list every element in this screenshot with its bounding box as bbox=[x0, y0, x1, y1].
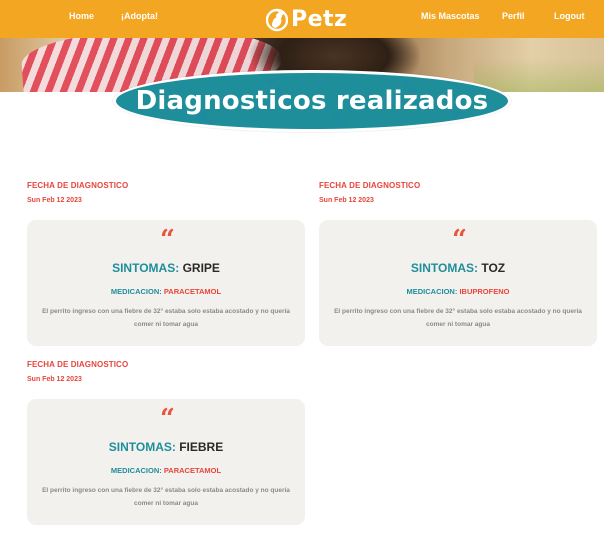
sintomas-line: SINTOMAS: TOZ bbox=[319, 261, 597, 275]
medicacion-label: MEDICACION: bbox=[110, 466, 162, 475]
nav-mis-mascotas-link[interactable]: Mis Mascotas bbox=[421, 11, 480, 21]
sintomas-label: SINTOMAS: bbox=[108, 440, 176, 454]
diagnosis-entry: FECHA DE DIAGNOSTICO Sun Feb 12 2023 “ S… bbox=[27, 181, 305, 346]
medicacion-label: MEDICACION: bbox=[406, 287, 458, 296]
diagnosis-description: El perrito ingreso con una fiebre de 32°… bbox=[42, 487, 290, 507]
page-title: Diagnosticos realizados bbox=[135, 86, 489, 116]
medicacion-line: MEDICACION: IBUPROFENO bbox=[319, 287, 597, 296]
quote-icon: “ bbox=[452, 225, 467, 255]
dog-logo-icon bbox=[266, 8, 288, 32]
diagnosis-date: Sun Feb 12 2023 bbox=[319, 197, 374, 204]
date-label: FECHA DE DIAGNOSTICO bbox=[27, 360, 129, 369]
top-navbar: Home ¡Adopta! Petz Mis Mascotas Perfil L… bbox=[0, 0, 604, 38]
diagnosis-card: “ SINTOMAS: TOZ MEDICACION: IBUPROFENO E… bbox=[319, 220, 597, 346]
medicacion-value: PARACETAMOL bbox=[163, 466, 222, 475]
sintomas-label: SINTOMAS: bbox=[112, 261, 180, 275]
petz-logo[interactable]: Petz bbox=[266, 2, 347, 36]
diagnosis-card: “ SINTOMAS: GRIPE MEDICACION: PARACETAMO… bbox=[27, 220, 305, 346]
quote-icon: “ bbox=[160, 404, 175, 434]
sintomas-line: SINTOMAS: FIEBRE bbox=[27, 440, 305, 454]
quote-icon: “ bbox=[160, 225, 175, 255]
date-label: FECHA DE DIAGNOSTICO bbox=[27, 181, 129, 190]
sintomas-label: SINTOMAS: bbox=[410, 261, 478, 275]
nav-perfil-link[interactable]: Perfil bbox=[502, 11, 525, 21]
sintomas-value: GRIPE bbox=[182, 261, 220, 275]
medicacion-line: MEDICACION: PARACETAMOL bbox=[27, 287, 305, 296]
medicacion-value: PARACETAMOL bbox=[163, 287, 222, 296]
nav-home-link[interactable]: Home bbox=[69, 11, 94, 21]
nav-logout-link[interactable]: Logout bbox=[554, 11, 585, 21]
medicacion-value: IBUPROFENO bbox=[459, 287, 510, 296]
diagnosis-date: Sun Feb 12 2023 bbox=[27, 197, 82, 204]
sintomas-value: TOZ bbox=[481, 261, 506, 275]
diagnosis-date: Sun Feb 12 2023 bbox=[27, 376, 82, 383]
medicacion-label: MEDICACION: bbox=[110, 287, 162, 296]
diagnosis-card: “ SINTOMAS: FIEBRE MEDICACION: PARACETAM… bbox=[27, 399, 305, 525]
sintomas-line: SINTOMAS: GRIPE bbox=[27, 261, 305, 275]
diagnosis-entry: FECHA DE DIAGNOSTICO Sun Feb 12 2023 “ S… bbox=[319, 181, 597, 346]
nav-adopta-link[interactable]: ¡Adopta! bbox=[121, 11, 158, 21]
diagnosis-description: El perrito ingreso con una fiebre de 32°… bbox=[42, 308, 290, 328]
date-label: FECHA DE DIAGNOSTICO bbox=[319, 181, 421, 190]
diagnosis-description: El perrito ingreso con una fiebre de 32°… bbox=[334, 308, 582, 328]
page-title-banner: 🐾 🐾 🐾 🐾 🐾 🐾 Diagnosticos realizados bbox=[113, 70, 511, 132]
diagnosis-entry: FECHA DE DIAGNOSTICO Sun Feb 12 2023 “ S… bbox=[27, 360, 305, 525]
medicacion-line: MEDICACION: PARACETAMOL bbox=[27, 466, 305, 475]
sintomas-value: FIEBRE bbox=[179, 440, 224, 454]
logo-text: Petz bbox=[291, 6, 348, 32]
